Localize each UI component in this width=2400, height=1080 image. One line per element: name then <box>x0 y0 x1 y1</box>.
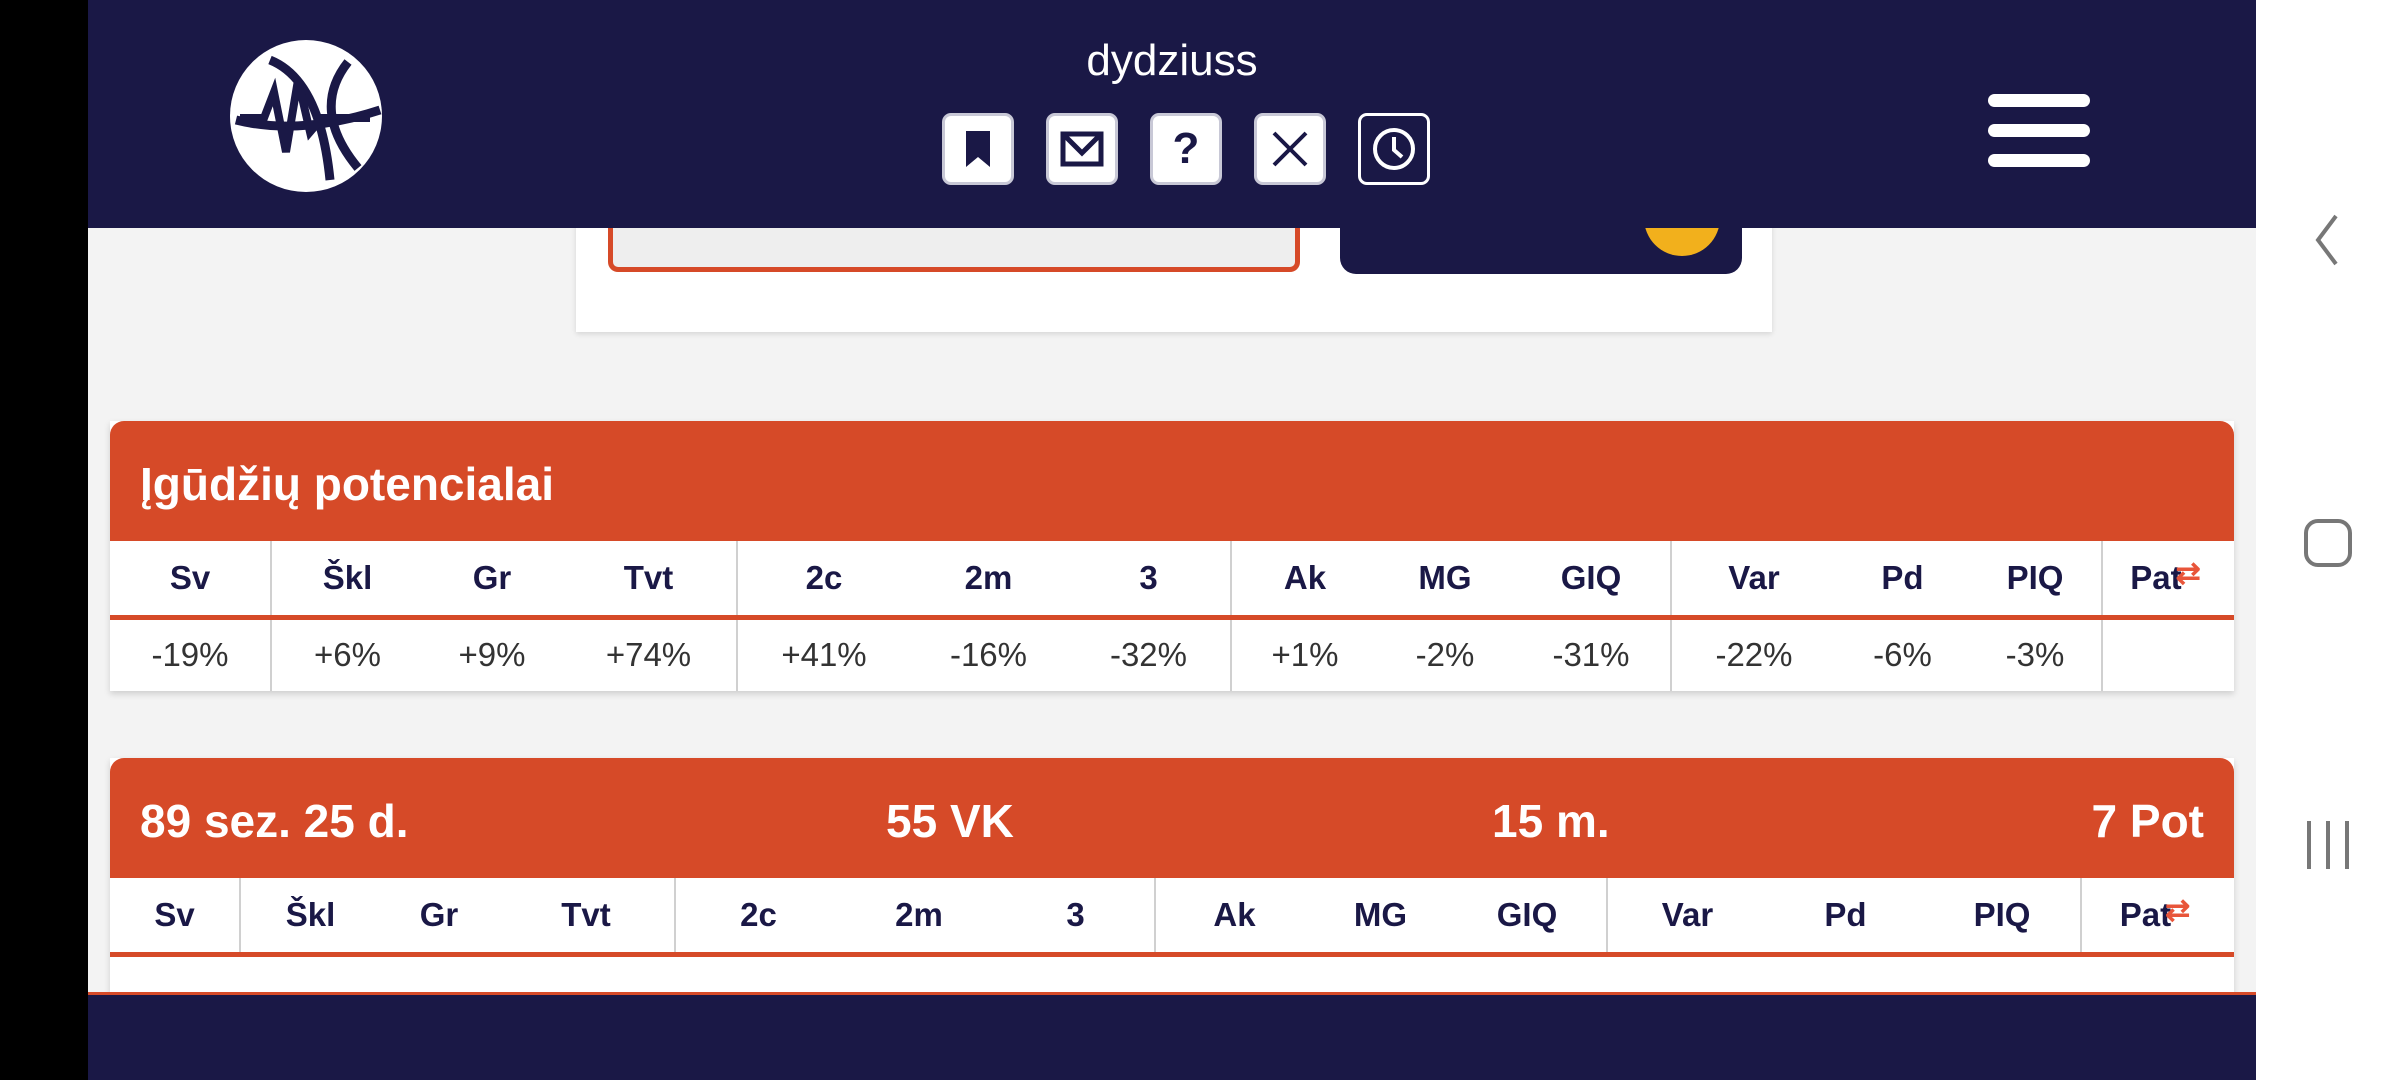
column-header: Ak <box>1154 878 1313 957</box>
column-header: Ak <box>1230 541 1378 620</box>
column-header: Gr <box>423 541 561 620</box>
sort-column-header[interactable]: Pat⇄ <box>2080 878 2234 957</box>
table-cell <box>2101 617 2234 691</box>
table-cell: -2% <box>1415 636 1475 674</box>
help-button[interactable]: ? <box>1150 113 1222 185</box>
username-label: dydziuss <box>1086 36 1258 85</box>
top-header: dydziuss ? <box>88 0 2256 228</box>
table-cell: +6% <box>270 617 423 691</box>
table-cell: +74% <box>605 636 692 674</box>
bottom-bar <box>88 992 2256 1080</box>
skills-potential-panel: Įgūdžių potencialai Sv Škl Gr Tvt 2c 2m … <box>110 421 2234 691</box>
column-header: 2m <box>841 878 997 957</box>
table-cell: -16% <box>949 636 1028 674</box>
close-button[interactable] <box>1254 113 1326 185</box>
table-cell: -31% <box>1552 636 1630 674</box>
clock-button[interactable] <box>1358 113 1430 185</box>
back-icon[interactable] <box>2256 180 2400 300</box>
column-header: PIQ <box>1924 878 2081 957</box>
table-cell: -22% <box>1670 617 1836 691</box>
recent-apps-icon[interactable] <box>2256 785 2400 905</box>
column-header: Tvt <box>498 878 675 957</box>
table-cell: +41% <box>736 617 910 691</box>
table-cell: -32% <box>1109 636 1188 674</box>
table-cell: -6% <box>1873 636 1932 674</box>
column-header: MG <box>1378 541 1512 620</box>
column-header: Sv <box>110 878 240 957</box>
column-header: Pd <box>1767 878 1924 957</box>
table-cell: +1% <box>1230 617 1378 691</box>
player-panel-header: 89 sez. 25 d. 55 VK 15 m. 7 Pot <box>110 758 2234 878</box>
clock-icon <box>1373 128 1415 170</box>
column-header: 2c <box>674 878 841 957</box>
column-header: Tvt <box>561 541 737 620</box>
help-icon: ? <box>1172 124 1200 173</box>
mail-button[interactable] <box>1046 113 1118 185</box>
height-label: 55 VK <box>886 795 1014 847</box>
table-cell: -19% <box>151 636 229 674</box>
column-header: GIQ <box>1448 878 1607 957</box>
column-header: Gr <box>380 878 498 957</box>
column-label: Pat <box>2119 895 2172 933</box>
column-header: Var <box>1606 878 1767 957</box>
column-header: Pd <box>1836 541 1969 620</box>
skills-potential-header: Įgūdžių potencialai <box>110 421 2234 541</box>
potential-label: 7 Pot <box>2091 795 2204 847</box>
column-label: Pat <box>2130 558 2182 596</box>
column-header: Škl <box>270 541 423 620</box>
home-icon[interactable] <box>2256 483 2400 603</box>
column-header: Sv <box>110 541 271 620</box>
sort-column-header[interactable]: Pat⇄ <box>2101 541 2234 620</box>
mail-icon <box>1060 131 1104 167</box>
table-row: -19% +6% +9% +74% +41% -16% -32% +1% -2%… <box>110 617 2234 691</box>
table-header-row: Sv Škl Gr Tvt 2c 2m 3 Ak MG GIQ Var Pd P… <box>110 878 2234 957</box>
column-header: 2c <box>736 541 910 620</box>
table-cell: +9% <box>458 636 526 674</box>
column-header: 3 <box>1067 541 1231 620</box>
column-header: MG <box>1313 878 1448 957</box>
table-cell: -3% <box>2005 636 2065 674</box>
season-day-label: 89 sez. 25 d. <box>140 795 409 847</box>
system-nav-bar <box>2256 0 2400 1080</box>
column-header: 3 <box>997 878 1155 957</box>
panel-title: Įgūdžių potencialai <box>140 458 555 510</box>
hamburger-menu-icon[interactable] <box>1988 94 2090 167</box>
swap-icon[interactable]: ⇄ <box>2176 557 2201 590</box>
swap-icon[interactable]: ⇄ <box>2165 894 2190 927</box>
bookmark-icon <box>966 131 990 167</box>
column-header: 2m <box>910 541 1067 620</box>
skills-potential-table: Sv Škl Gr Tvt 2c 2m 3 Ak MG GIQ Var Pd P… <box>110 541 2234 691</box>
bookmark-button[interactable] <box>942 113 1014 185</box>
app-viewport: Įgūdžių potencialai Sv Škl Gr Tvt 2c 2m … <box>88 0 2256 1080</box>
close-icon <box>1272 131 1308 167</box>
player-skills-table: Sv Škl Gr Tvt 2c 2m 3 Ak MG GIQ Var Pd P… <box>110 878 2234 957</box>
column-header: PIQ <box>1969 541 2102 620</box>
column-header: Škl <box>239 878 380 957</box>
column-header: Var <box>1670 541 1836 620</box>
age-label: 15 m. <box>1492 795 1610 847</box>
table-header-row: Sv Škl Gr Tvt 2c 2m 3 Ak MG GIQ Var Pd P… <box>110 541 2234 620</box>
column-header: GIQ <box>1512 541 1671 620</box>
